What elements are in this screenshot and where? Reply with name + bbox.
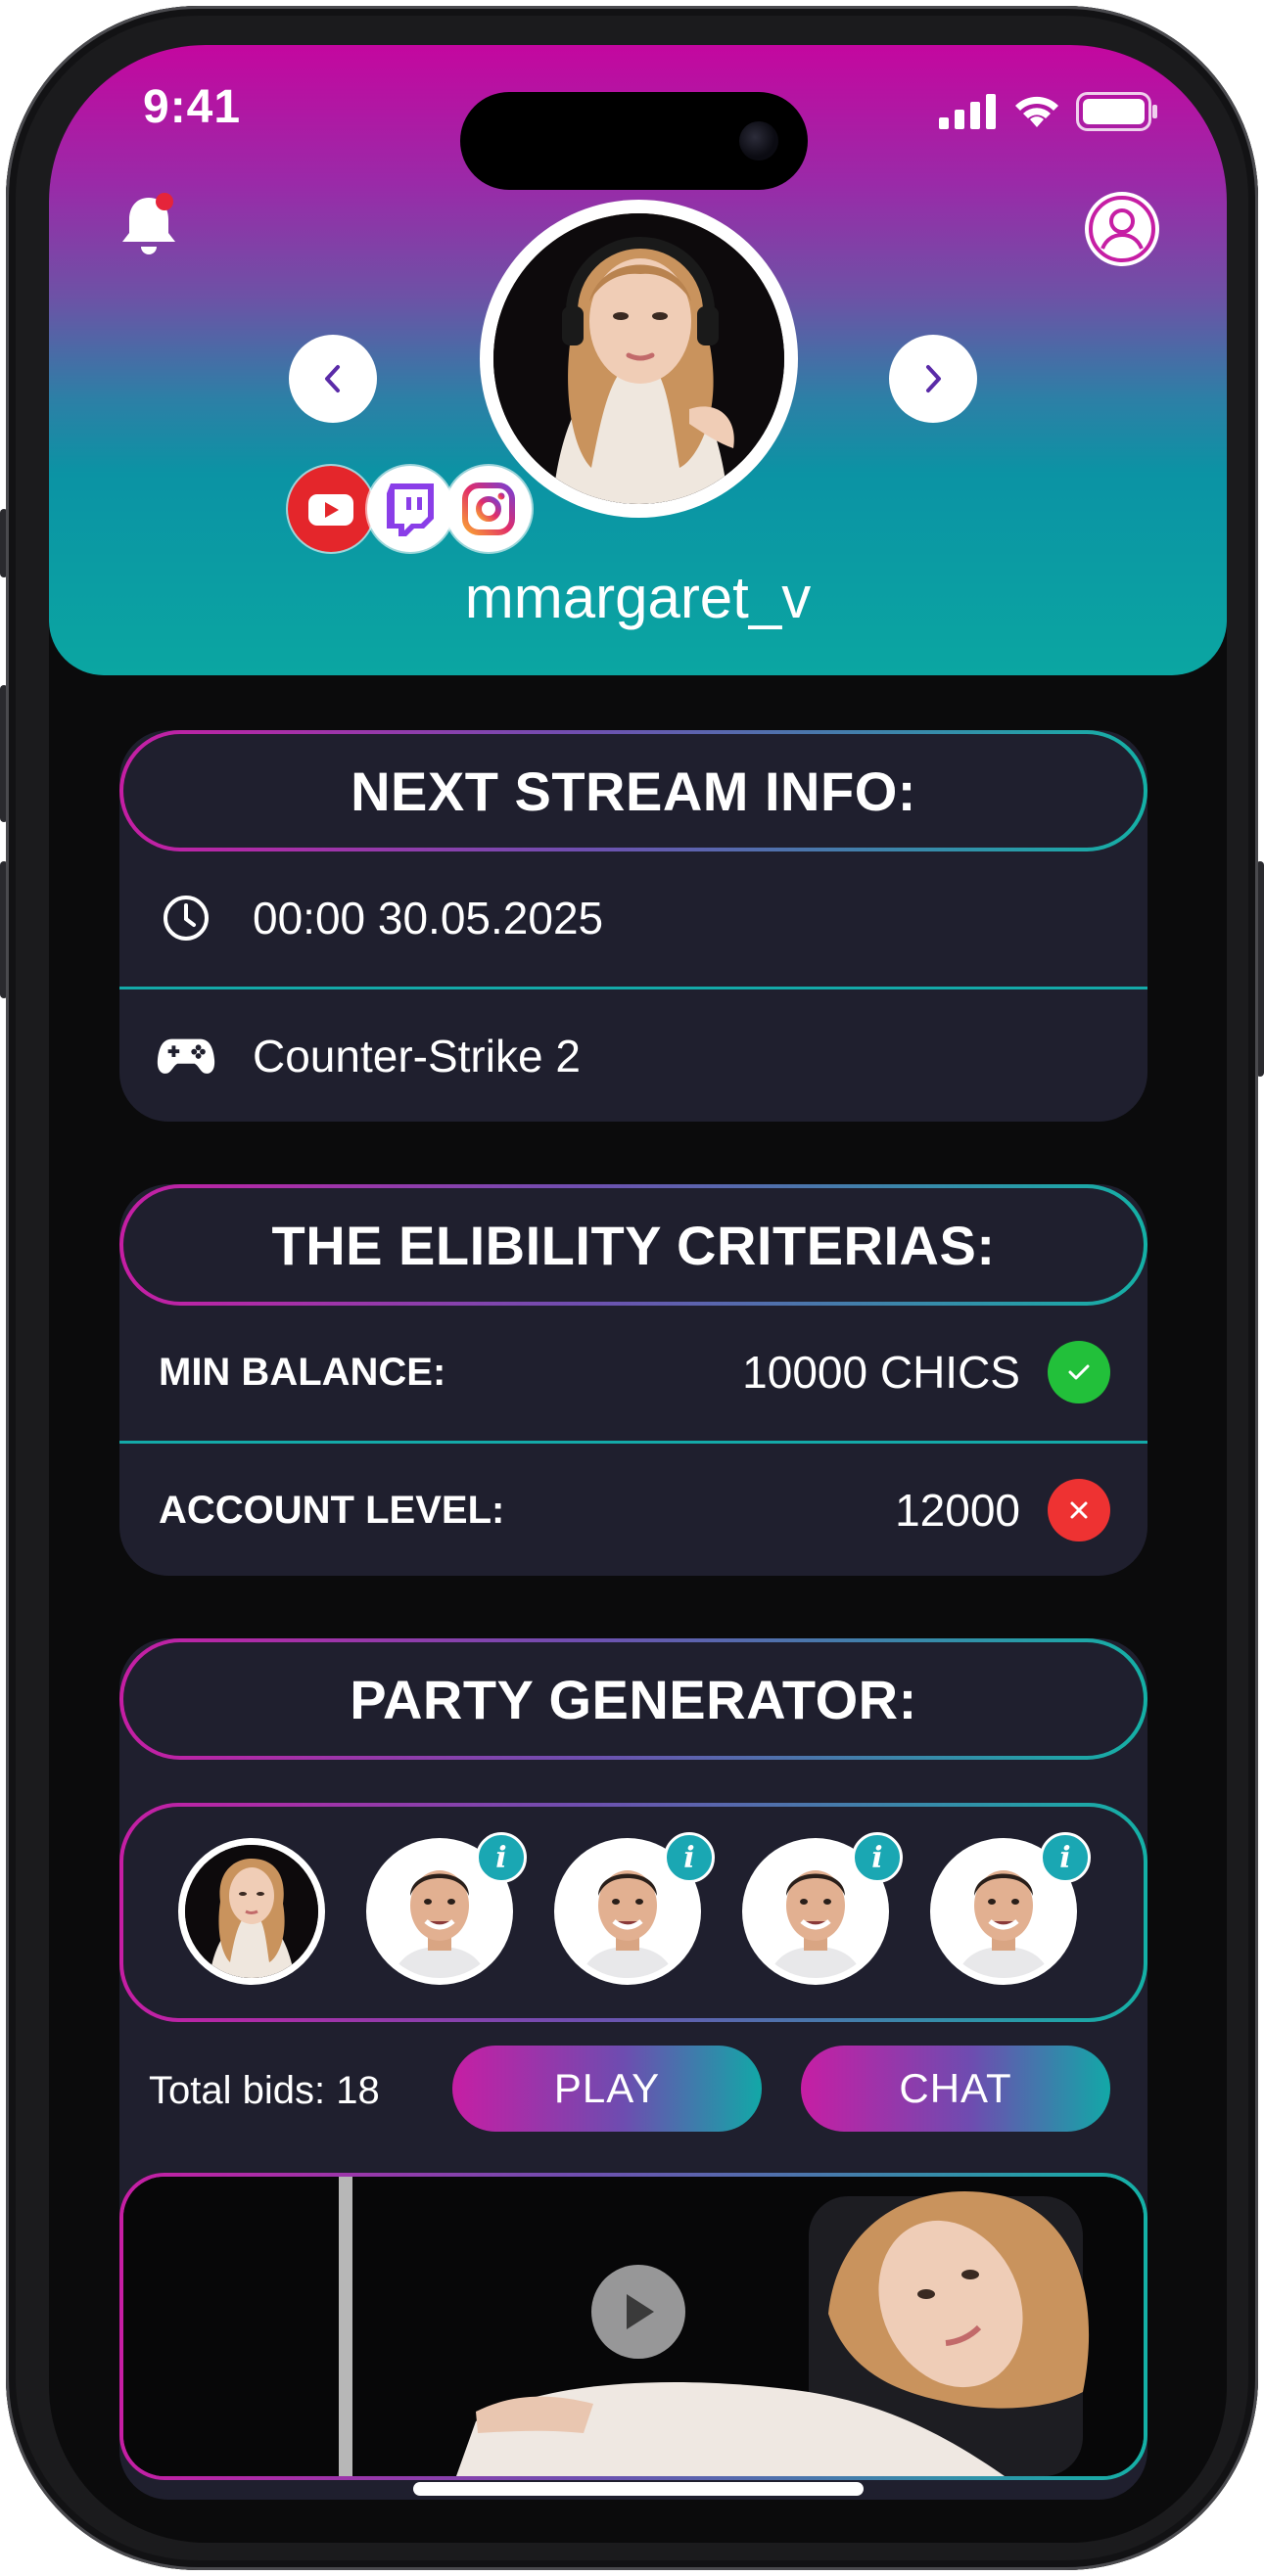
- notification-bell-icon[interactable]: [119, 192, 178, 260]
- stream-game-row: Counter-Strike 2: [119, 989, 1147, 1123]
- wifi-icon: [1015, 96, 1058, 127]
- party-host-avatar[interactable]: [178, 1838, 325, 1985]
- dynamic-island: [460, 92, 808, 190]
- status-icons: [939, 92, 1158, 131]
- stream-datetime: 00:00 30.05.2025: [253, 893, 604, 943]
- party-title-pill: PARTY GENERATOR:: [119, 1638, 1147, 1760]
- youtube-link[interactable]: [288, 466, 374, 552]
- battery-icon: [1076, 92, 1157, 131]
- play-video-button[interactable]: [591, 2265, 685, 2359]
- next-stream-title-pill: NEXT STREAM INFO:: [119, 730, 1147, 851]
- next-streamer-button[interactable]: [889, 335, 977, 423]
- stream-game: Counter-Strike 2: [253, 1031, 581, 1081]
- user-profile-icon[interactable]: [1083, 190, 1161, 268]
- close-icon: [1070, 1501, 1088, 1519]
- signal-icon: [939, 94, 996, 129]
- previous-streamer-button[interactable]: [289, 335, 377, 423]
- stream-video-preview[interactable]: [119, 2173, 1147, 2480]
- criteria-value: 12000: [895, 1485, 1020, 1536]
- twitch-link[interactable]: [367, 466, 453, 552]
- member-info-icon[interactable]: i: [664, 1832, 715, 1883]
- next-stream-title: NEXT STREAM INFO:: [123, 734, 1144, 848]
- party-members-box: i i i i: [119, 1803, 1147, 2022]
- instagram-link[interactable]: [445, 466, 532, 552]
- status-time: 9:41: [143, 81, 242, 133]
- party-generator-card: PARTY GENERATOR: i i i i Total bids: 18 …: [119, 1638, 1147, 2500]
- criteria-ok-badge: [1048, 1341, 1110, 1403]
- twitch-icon: [387, 483, 434, 536]
- member-info-icon[interactable]: i: [476, 1832, 527, 1883]
- chevron-left-icon: [325, 365, 340, 392]
- criteria-row: ACCOUNT LEVEL: 12000: [119, 1444, 1147, 1577]
- next-stream-card: NEXT STREAM INFO: 00:00 30.05.2025 Count…: [119, 730, 1147, 1122]
- play-button[interactable]: PLAY: [452, 2046, 762, 2132]
- eligibility-title: THE ELIBILITY CRITERIAS:: [123, 1188, 1144, 1302]
- play-icon: [627, 2294, 654, 2329]
- party-member-avatar[interactable]: i: [742, 1832, 903, 1985]
- criteria-label: ACCOUNT LEVEL:: [159, 1488, 505, 1532]
- home-indicator[interactable]: [413, 2482, 864, 2496]
- party-member-avatar[interactable]: i: [930, 1832, 1091, 1985]
- eligibility-card: THE ELIBILITY CRITERIAS: MIN BALANCE: 10…: [119, 1184, 1147, 1576]
- eligibility-title-pill: THE ELIBILITY CRITERIAS:: [119, 1184, 1147, 1306]
- youtube-icon: [288, 466, 374, 552]
- screen: 9:41 mmargaret_v NEXT STREAM INFO: 00:00…: [49, 45, 1227, 2543]
- criteria-row: MIN BALANCE: 10000 CHICS: [119, 1306, 1147, 1439]
- clock-icon: [164, 896, 209, 941]
- checkmark-icon: [1068, 1364, 1090, 1380]
- gamepad-icon: [157, 1038, 215, 1074]
- party-member-avatar[interactable]: i: [554, 1832, 715, 1985]
- party-member-avatar[interactable]: i: [366, 1832, 527, 1985]
- stream-datetime-row: 00:00 30.05.2025: [119, 851, 1147, 985]
- instagram-icon: [462, 483, 515, 535]
- party-title: PARTY GENERATOR:: [123, 1642, 1144, 1756]
- streamer-photo: [493, 213, 784, 504]
- chat-button[interactable]: CHAT: [801, 2046, 1110, 2132]
- criteria-fail-badge: [1048, 1479, 1110, 1541]
- member-info-icon[interactable]: i: [852, 1832, 903, 1883]
- criteria-label: MIN BALANCE:: [159, 1350, 446, 1394]
- phone-frame: 9:41 mmargaret_v NEXT STREAM INFO: 00:00…: [6, 6, 1258, 2570]
- streamer-username: mmargaret_v: [464, 565, 812, 630]
- member-info-icon[interactable]: i: [1040, 1832, 1091, 1883]
- criteria-value: 10000 CHICS: [742, 1347, 1020, 1398]
- total-bids: Total bids: 18: [149, 2069, 380, 2112]
- streamer-avatar[interactable]: [480, 200, 798, 518]
- chevron-right-icon: [926, 365, 941, 392]
- profile-header: 9:41 mmargaret_v: [49, 45, 1227, 675]
